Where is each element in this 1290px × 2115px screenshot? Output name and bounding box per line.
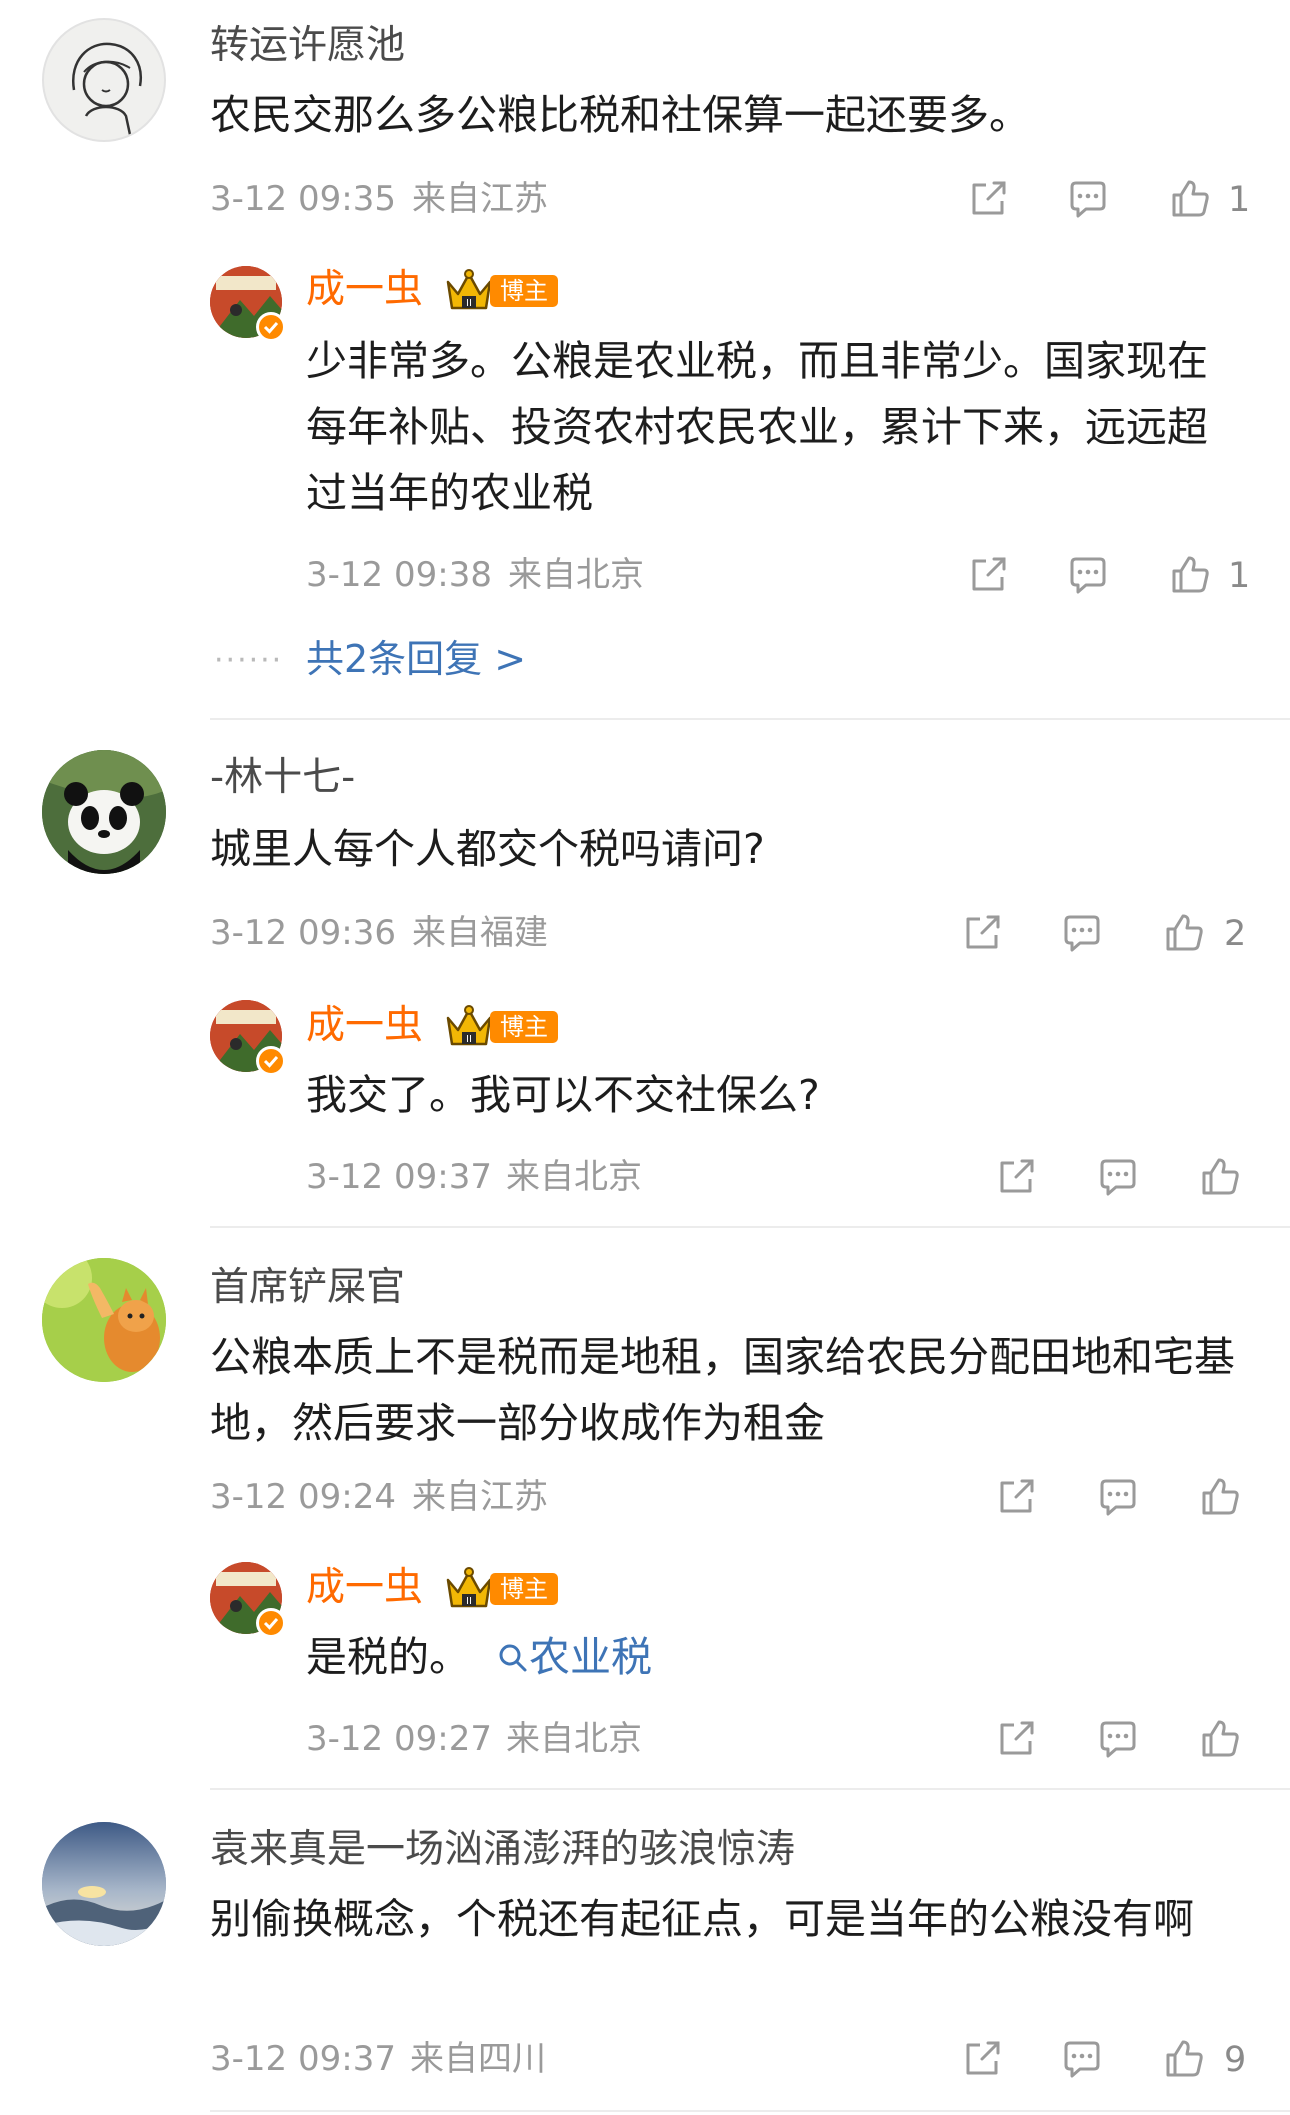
like-count: 1 [1228,556,1251,596]
author-badge: II 博主 [444,1566,558,1612]
author-username[interactable]: 成一虫 [306,1568,423,1607]
author-username[interactable]: 成一虫 [306,1006,423,1045]
verified-icon [256,1608,286,1638]
avatar[interactable] [42,1822,166,1946]
crown-icon: II [444,268,494,314]
topic-link[interactable]: 农业税 [497,1633,652,1681]
thumbs-up-icon[interactable] [1162,2037,1206,2081]
avatar[interactable] [42,1258,166,1382]
comment-icon[interactable] [1066,553,1110,597]
reply-location: 来自北京 [506,1719,642,1759]
comment-icon[interactable] [1096,1475,1140,1519]
author-badge: II 博主 [444,1004,558,1050]
author-badge: II 博主 [444,268,558,314]
reply-time: 3-12 09:38 [306,555,492,595]
share-icon[interactable] [966,553,1010,597]
thumbs-up-icon[interactable] [1198,1155,1242,1199]
share-icon[interactable] [994,1475,1038,1519]
comment-time: 3-12 09:24 [210,1477,396,1517]
crown-icon: II [444,1566,494,1612]
comment-location: 来自江苏 [412,1477,548,1517]
comment-icon[interactable] [1096,1717,1140,1761]
crown-icon: II [444,1004,494,1050]
like-count: 2 [1224,914,1247,954]
verified-icon [256,312,286,342]
share-icon[interactable] [994,1717,1038,1761]
like-count: 9 [1224,2040,1247,2080]
reply-text-body: 是税的。 [306,1633,470,1681]
reply-location: 来自北京 [506,1157,642,1197]
topic-link-label[interactable]: 农业税 [529,1633,652,1681]
thumbs-up-icon[interactable] [1162,911,1206,955]
divider [210,1788,1290,1790]
comment-username[interactable]: 首席铲屎官 [210,1268,405,1307]
comment-text: 农民交那么多公粮比税和社保算一起还要多。 [210,91,1030,139]
thumbs-up-icon[interactable] [1198,1475,1242,1519]
verified-icon [256,1046,286,1076]
reply-location: 来自北京 [508,555,644,595]
comment-time: 3-12 09:36 [210,913,396,953]
comment-icon[interactable] [1060,911,1104,955]
like-count: 1 [1228,180,1251,220]
comment-time: 3-12 09:37 [210,2039,396,2079]
reply-time: 3-12 09:37 [306,1157,492,1197]
comment-username[interactable]: 转运许愿池 [210,26,405,65]
comment-location: 来自福建 [412,913,548,953]
reply-text: 少非常多。公粮是农业税，而且非常少。国家现在每年补贴、投资农村农民农业，累计下来… [306,337,1208,517]
comment-time: 3-12 09:35 [210,179,396,219]
thumbs-up-icon[interactable] [1168,553,1212,597]
comment-icon[interactable] [1096,1155,1140,1199]
blogger-badge: 博主 [490,275,558,307]
share-icon[interactable] [994,1155,1038,1199]
more-replies-dots: ······ [214,643,284,678]
blogger-badge: 博主 [490,1011,558,1043]
svg-text:II: II [466,1034,472,1045]
avatar[interactable] [42,18,166,142]
search-icon [499,1644,527,1672]
author-username[interactable]: 成一虫 [306,270,423,309]
divider [210,718,1290,720]
share-icon[interactable] [966,177,1010,221]
comment-text: 别偷换概念，个税还有起征点，可是当年的公粮没有啊 [210,1895,1194,1943]
comment-text: 公粮本质上不是税而是地租，国家给农民分配田地和宅基地，然后要求一部分收成作为租金 [210,1333,1235,1447]
comment-icon[interactable] [1060,2037,1104,2081]
comment-username[interactable]: 袁来真是一场汹涌澎湃的骇浪惊涛 [210,1830,795,1869]
comment-icon[interactable] [1066,177,1110,221]
blogger-badge: 博主 [490,1573,558,1605]
avatar[interactable] [42,750,166,874]
svg-text:II: II [466,298,472,309]
comment-location: 来自四川 [410,2039,546,2079]
divider [210,2110,1290,2112]
share-icon[interactable] [960,2037,1004,2081]
svg-text:II: II [466,1596,472,1607]
reply-text: 是税的。 农业税 [306,1624,1246,1690]
comment-location: 来自江苏 [412,179,548,219]
thumbs-up-icon[interactable] [1168,177,1212,221]
comment-text: 城里人每个人都交个税吗请问? [210,825,765,873]
reply-time: 3-12 09:27 [306,1719,492,1759]
share-icon[interactable] [960,911,1004,955]
comment-username[interactable]: -林十七- [210,758,355,797]
more-replies-link[interactable]: 共2条回复 > [306,640,526,678]
reply-text: 我交了。我可以不交社保么? [306,1071,820,1119]
divider [210,1226,1290,1228]
thumbs-up-icon[interactable] [1198,1717,1242,1761]
